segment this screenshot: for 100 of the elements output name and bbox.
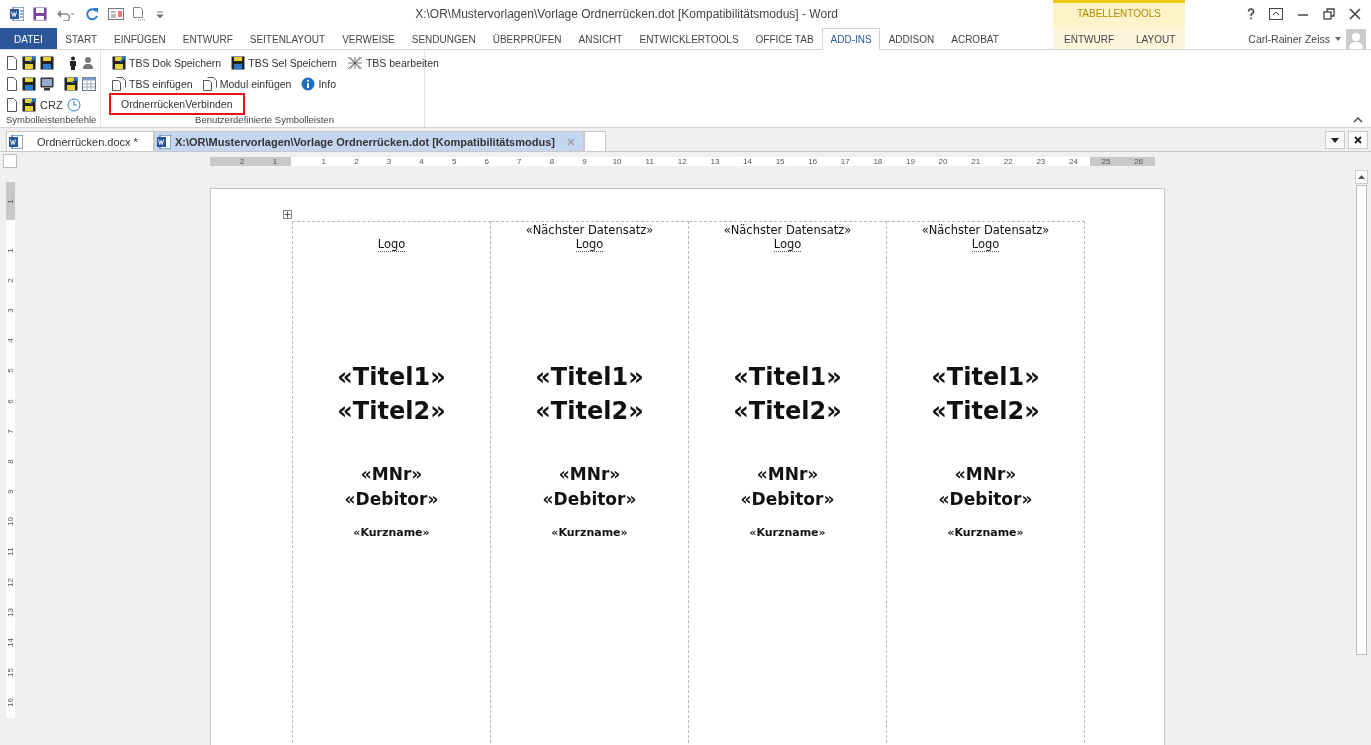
ruler-number: 11	[5, 546, 15, 559]
hatch-icon	[346, 55, 363, 70]
merge-field: «Kurzname»	[947, 526, 1024, 539]
person-icon[interactable]	[68, 55, 78, 70]
ruler-number: 4	[418, 156, 425, 166]
tab-list-button[interactable]	[1325, 131, 1345, 149]
ruler-number: 1	[320, 156, 327, 166]
ruler-number: 9	[5, 488, 15, 496]
merge-field: «Debitor»	[344, 487, 439, 512]
copy-icon[interactable]	[133, 7, 147, 21]
ruler-number: 5	[5, 367, 15, 376]
calendar-icon[interactable]	[82, 76, 96, 91]
ruler-number: 17	[839, 156, 851, 166]
merge-field: «Debitor»	[938, 487, 1033, 512]
document-tab[interactable]: Ordnerrücken.docx *	[6, 131, 154, 151]
help-icon[interactable]	[1247, 8, 1255, 20]
contextual-tab-header: TABELLENTOOLS	[1053, 0, 1185, 28]
ribbon-tab[interactable]: START	[56, 28, 106, 49]
collapse-ribbon-icon[interactable]	[1353, 117, 1363, 123]
ruler-number: 25	[1100, 156, 1112, 166]
redo-icon[interactable]	[85, 7, 99, 21]
toolbar-button[interactable]: Modul einfügen	[199, 74, 295, 93]
ribbon-tab[interactable]: ANSICHT	[570, 28, 631, 49]
ribbon-tab[interactable]: ACROBAT	[942, 28, 1008, 49]
page-icon[interactable]	[6, 55, 18, 70]
layout-icon[interactable]	[108, 7, 124, 21]
merge-field: «Titel2»	[733, 394, 842, 428]
ruler-number: 18	[872, 156, 884, 166]
copy-pages-icon	[112, 76, 126, 91]
ribbon-tab[interactable]: ÜBERPRÜFEN	[484, 28, 571, 49]
caret-icon[interactable]	[1335, 36, 1341, 41]
move-handle-icon[interactable]	[283, 210, 292, 219]
ruler-number: 2	[353, 156, 360, 166]
crz-button[interactable]: CRZ	[40, 98, 63, 111]
file-tab[interactable]: DATEI	[0, 28, 57, 49]
merge-field: Logo	[773, 237, 802, 252]
ruler-number: 6	[5, 397, 15, 406]
restore-icon[interactable]	[1323, 8, 1335, 20]
close-tab-button[interactable]	[1348, 131, 1368, 149]
ruler-number: 1	[5, 197, 15, 206]
ribbon-tab[interactable]: ADDISON	[880, 28, 943, 49]
page-icon[interactable]	[6, 97, 18, 112]
highlighted-button[interactable]: OrdnerrückenVerbinden	[109, 93, 245, 115]
ruler-number: 11	[644, 156, 655, 166]
ribbon-tab[interactable]: SENDUNGEN	[403, 28, 485, 49]
toolbar-button[interactable]: TBS bearbeiten	[343, 53, 442, 72]
merge-field: Logo	[377, 237, 406, 252]
ruler-number: 12	[676, 156, 688, 166]
floppy-icon	[231, 55, 246, 70]
ruler-number: 15	[5, 667, 15, 680]
word-logo-icon[interactable]	[10, 7, 24, 21]
ruler-number: 14	[742, 156, 753, 166]
save-icon[interactable]	[33, 7, 47, 21]
ribbon-tab[interactable]: ENTWURF	[174, 28, 242, 49]
ruler-number: 8	[548, 156, 556, 166]
close-icon[interactable]	[1349, 8, 1361, 20]
merge-field: «Titel2»	[931, 394, 1040, 428]
copy-pages-icon	[202, 76, 217, 91]
ruler-number: 10	[611, 156, 623, 166]
merge-field: Logo	[575, 237, 604, 252]
merge-field: «MNr»	[360, 462, 423, 487]
ribbon-tab[interactable]: SEITENLAYOUT	[241, 28, 334, 49]
ruler-number: 7	[516, 156, 523, 166]
merge-field: «MNr»	[558, 462, 621, 487]
merge-field: «MNr»	[954, 462, 1017, 487]
toolbar-button[interactable]: TBS Dok Speichern	[109, 53, 225, 72]
scroll-up-icon[interactable]	[1357, 175, 1365, 179]
user-icon[interactable]	[82, 55, 94, 70]
toolbar-button[interactable]: Info	[298, 74, 339, 93]
merge-field: «Titel1»	[931, 360, 1040, 394]
page-icon[interactable]	[6, 76, 18, 91]
user-name[interactable]: Carl-Rainer Zeiss	[1248, 32, 1330, 45]
merge-field: «Titel1»	[337, 360, 446, 394]
ruler-number: 2	[239, 156, 246, 166]
toolbar-button[interactable]: TBS Sel Speichern	[228, 53, 340, 72]
ruler-number: 23	[1035, 156, 1047, 166]
document-tab[interactable]: X:\OR\Mustervorlagen\Vorlage Ordnerrücken.dot [Kompatibilitätsmodus]	[154, 131, 584, 151]
ruler-number: 26	[1133, 156, 1145, 166]
ribbon-tab[interactable]: VERWEISE	[333, 28, 404, 49]
toolbar-button[interactable]: TBS einfügen	[109, 74, 196, 93]
ribbon-tab[interactable]: EINFÜGEN	[105, 28, 175, 49]
caret-icon	[1331, 137, 1339, 143]
ruler-number: 4	[5, 337, 15, 345]
floppy-icon[interactable]	[22, 76, 36, 91]
ribbon-tab[interactable]: LAYOUT	[1125, 28, 1187, 49]
floppy-icon[interactable]	[40, 55, 54, 70]
merge-field: «Nächster Datensatz»	[525, 223, 654, 237]
merge-field: «Titel1»	[535, 360, 644, 394]
ribbon-tab[interactable]: ENTWICKLERTOOLS	[630, 28, 748, 49]
merge-field: «Titel2»	[535, 394, 644, 428]
window-title: X:\OR\Mustervorlagen\Vorlage Ordnerrücken.dot [Kompatibilitätsmodus] - Word	[414, 7, 839, 21]
ruler-number: 20	[937, 156, 949, 166]
ruler-number: 1	[271, 156, 279, 166]
merge-field: «Nächster Datensatz»	[921, 223, 1050, 237]
ribbon-tab[interactable]: ADD-INS	[822, 28, 881, 50]
ribbon-display-icon[interactable]	[1269, 8, 1283, 20]
ribbon-tab[interactable]: ENTWURF	[1053, 28, 1125, 49]
monitor-icon[interactable]	[40, 76, 54, 91]
clock-icon[interactable]	[66, 97, 81, 112]
ribbon-tab[interactable]: OFFICE TAB	[747, 28, 823, 49]
